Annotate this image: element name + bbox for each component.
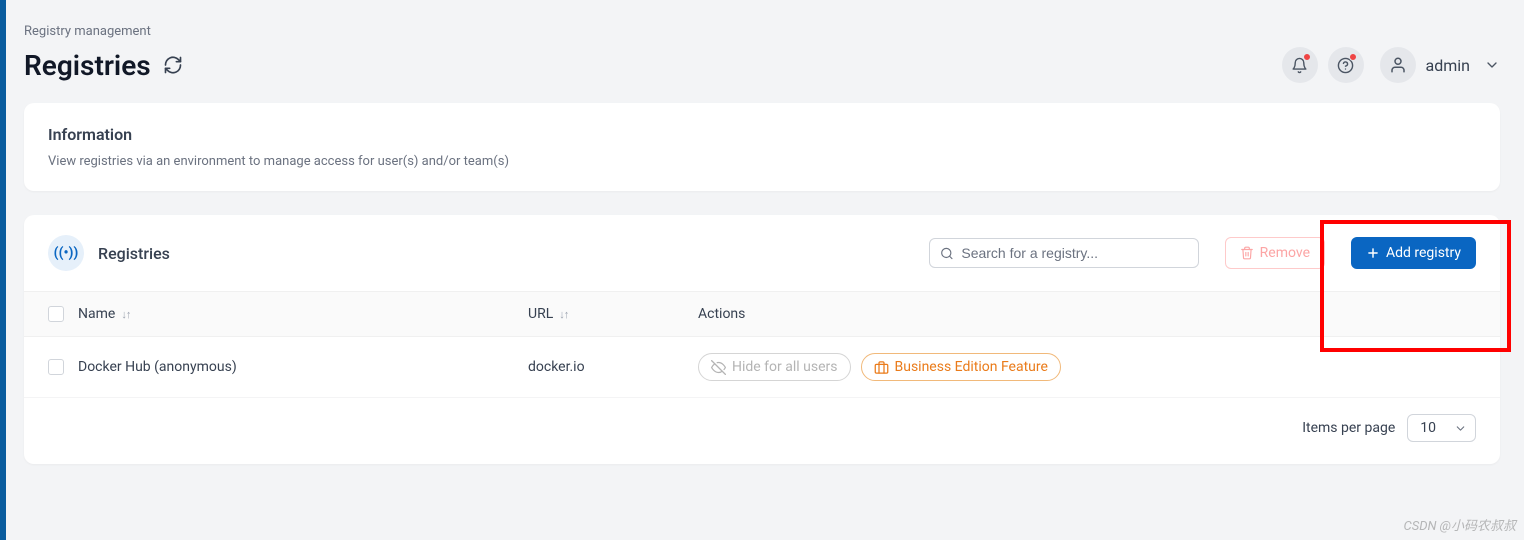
notifications-button[interactable] — [1282, 47, 1318, 83]
watermark: CSDN @小码农叔叔 — [1404, 515, 1517, 534]
search-input[interactable] — [961, 245, 1187, 261]
table-header: Name ↓↑ URL ↓↑ Actions — [24, 291, 1500, 337]
sort-icon: ↓↑ — [559, 308, 568, 321]
sort-icon: ↓↑ — [121, 308, 130, 321]
refresh-icon[interactable] — [163, 55, 183, 75]
add-registry-button[interactable]: Add registry — [1351, 237, 1476, 269]
search-wrap[interactable] — [929, 238, 1199, 268]
briefcase-icon — [874, 360, 889, 375]
column-actions: Actions — [698, 306, 1476, 322]
trash-icon — [1240, 246, 1254, 260]
registries-panel: ((•)) Registries Remove Add registry Nam… — [24, 215, 1500, 464]
add-registry-label: Add registry — [1386, 245, 1461, 261]
items-per-page-select[interactable]: 10 — [1407, 414, 1476, 442]
registry-name[interactable]: Docker Hub (anonymous) — [78, 359, 528, 375]
sidebar-accent — [0, 0, 6, 540]
breadcrumb[interactable]: Registry management — [24, 24, 1500, 39]
column-url[interactable]: URL ↓↑ — [528, 306, 698, 322]
search-icon — [940, 246, 954, 261]
chevron-down-icon — [1454, 422, 1467, 435]
username-label: admin — [1426, 56, 1470, 75]
user-icon — [1380, 47, 1416, 83]
remove-button[interactable]: Remove — [1225, 237, 1325, 269]
page-title: Registries — [24, 49, 151, 82]
help-dot — [1349, 53, 1357, 61]
broadcast-icon: ((•)) — [48, 235, 84, 271]
business-edition-pill[interactable]: Business Edition Feature — [861, 353, 1061, 381]
plus-icon — [1366, 246, 1380, 260]
eye-off-icon — [711, 360, 726, 375]
column-name[interactable]: Name ↓↑ — [78, 306, 528, 322]
help-button[interactable] — [1328, 47, 1364, 83]
remove-label: Remove — [1260, 245, 1310, 261]
table-row: Docker Hub (anonymous) docker.io Hide fo… — [24, 337, 1500, 397]
registry-url: docker.io — [528, 359, 698, 375]
information-text: View registries via an environment to ma… — [48, 154, 1476, 169]
items-per-page-value: 10 — [1420, 420, 1436, 436]
chevron-down-icon — [1484, 57, 1500, 73]
select-all-checkbox[interactable] — [48, 306, 64, 322]
row-checkbox[interactable] — [48, 359, 64, 375]
information-card: Information View registries via an envir… — [24, 103, 1500, 191]
hide-for-all-users-button[interactable]: Hide for all users — [698, 353, 851, 381]
user-menu[interactable]: admin — [1380, 47, 1500, 83]
panel-title: Registries — [98, 244, 170, 263]
information-heading: Information — [48, 125, 1476, 144]
notifications-dot — [1303, 53, 1311, 61]
items-per-page-label: Items per page — [1302, 420, 1395, 436]
